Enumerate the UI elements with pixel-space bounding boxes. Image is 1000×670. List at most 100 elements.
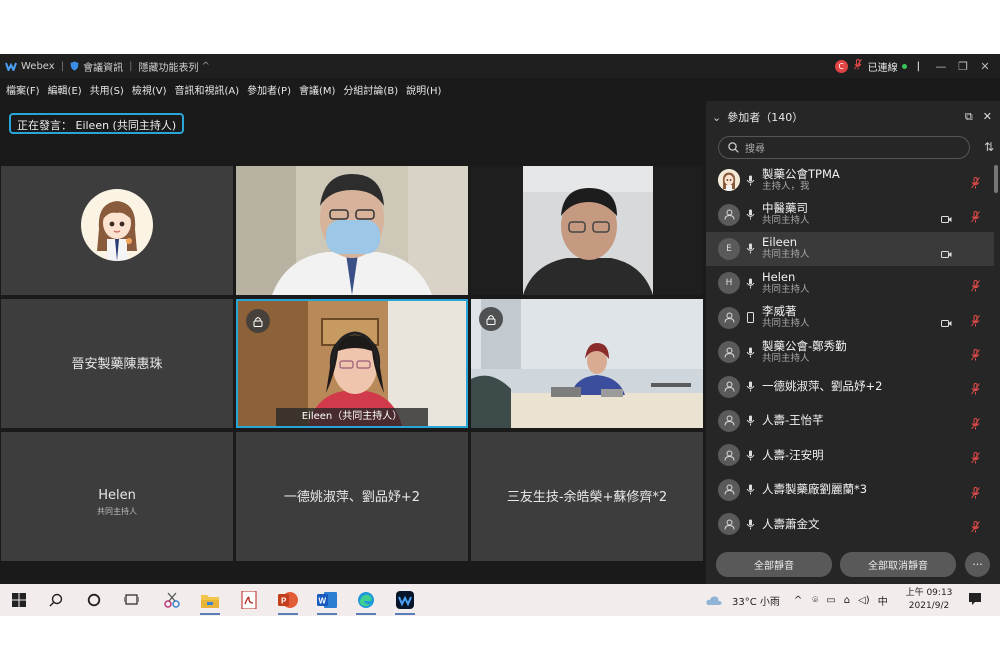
mic-muted-icon[interactable] — [971, 484, 980, 503]
task-view-icon[interactable] — [117, 588, 145, 612]
panel-header: ⌄ 參加者（140） ⧉ ✕ — [706, 101, 1000, 133]
chevron-up-icon[interactable]: ^ — [201, 61, 209, 72]
mic-muted-icon[interactable] — [971, 208, 980, 227]
mic-muted-icon[interactable] — [971, 312, 980, 331]
webex-taskbar-icon[interactable] — [391, 588, 419, 615]
video-tile-man-glasses[interactable] — [471, 166, 703, 295]
notification-icon[interactable] — [968, 592, 982, 606]
participant-row[interactable]: 人壽蕭金文 — [706, 507, 994, 541]
edge-icon[interactable] — [352, 588, 380, 615]
participant-text: Eileen 共同主持人 — [762, 236, 810, 261]
weather-text[interactable]: 33°C 小雨 — [732, 593, 780, 608]
recording-icon: C — [834, 59, 848, 73]
windows-logo-icon — [12, 593, 26, 607]
video-tile-conference-room[interactable] — [471, 299, 703, 428]
word-icon[interactable]: W — [313, 588, 341, 615]
mic-muted-icon[interactable] — [971, 518, 980, 537]
webex-logo-icon — [5, 62, 17, 71]
title-bar: Webex | 會議資訊 | 隱藏功能表列 ^ C 已連線 | — ❐ ✕ — [0, 54, 1000, 78]
unmute-all-button[interactable]: 全部取消靜音 — [840, 552, 956, 577]
avatar — [718, 375, 740, 398]
video-tile-yide[interactable]: 一德姚淑萍、劉品妤+2 — [236, 432, 468, 561]
participants-panel: ⌄ 參加者（140） ⧉ ✕ 搜尋 ⇅ 製藥公會TPMA 主持人，我 中醫藥司 共同主… — [706, 101, 1000, 615]
start-button[interactable] — [5, 588, 33, 612]
hide-menu-button[interactable]: 隱藏功能表列 — [138, 59, 198, 74]
popout-icon[interactable]: ⧉ — [965, 110, 973, 124]
mic-muted-icon[interactable] — [971, 415, 980, 434]
close-icon[interactable]: ✕ — [983, 110, 992, 124]
chevron-down-icon[interactable]: ⌄ — [712, 111, 721, 124]
video-tile-tpma[interactable] — [1, 166, 233, 295]
participant-row[interactable]: 中醫藥司 共同主持人 — [706, 197, 994, 231]
lock-icon[interactable] — [246, 309, 270, 333]
mic-muted-icon[interactable] — [971, 380, 980, 399]
video-tile-jinan[interactable]: 晉安製藥陳惠珠 — [1, 299, 233, 428]
participant-name: 製藥公會TPMA — [762, 166, 840, 181]
mic-muted-icon[interactable] — [971, 174, 980, 193]
menu-participants[interactable]: 參加者(P) — [247, 82, 291, 97]
participant-search-input[interactable]: 搜尋 — [718, 136, 970, 159]
participant-name: 製藥公會-鄭秀勤 — [762, 338, 847, 353]
participant-row[interactable]: 一德姚淑萍、劉品妤+2 — [706, 369, 994, 403]
audio-connection-icon — [743, 381, 757, 392]
video-tile-sanyou[interactable]: 三友生技-余皓榮+蘇修齊*2 — [471, 432, 703, 561]
menu-file[interactable]: 檔案(F) — [6, 82, 40, 97]
minimize-button[interactable]: — — [930, 60, 952, 73]
menu-share[interactable]: 共用(S) — [90, 82, 124, 97]
menu-breakout[interactable]: 分組討論(B) — [343, 82, 398, 97]
menu-help[interactable]: 說明(H) — [406, 82, 441, 97]
camera-icon[interactable] — [941, 209, 952, 228]
menu-edit[interactable]: 編輯(E) — [48, 82, 82, 97]
close-button[interactable]: ✕ — [974, 60, 996, 73]
mic-muted-icon[interactable] — [971, 346, 980, 365]
participant-row[interactable]: 人壽製藥廠劉麗蘭*3 — [706, 473, 994, 507]
participant-row[interactable]: 人壽-王怡芊 — [706, 404, 994, 438]
participant-row[interactable]: 人壽-汪安明 — [706, 438, 994, 472]
shield-icon — [70, 61, 79, 71]
participant-name-label: Eileen（共同主持人） — [276, 408, 428, 426]
search-icon[interactable] — [42, 588, 70, 612]
avatar — [718, 478, 740, 501]
participant-text: 李威著 共同主持人 — [762, 305, 810, 330]
app-name: Webex — [21, 60, 55, 72]
camera-icon[interactable] — [941, 244, 952, 263]
search-icon — [728, 142, 739, 153]
mute-all-button[interactable]: 全部靜音 — [716, 552, 832, 577]
chevron-up-icon[interactable]: ^ — [794, 595, 802, 606]
video-tile-man-mask[interactable] — [236, 166, 468, 295]
video-feed — [471, 166, 703, 295]
avatar: H — [718, 272, 740, 295]
menu-audio-video[interactable]: 音訊和視訊(A) — [175, 82, 240, 97]
video-tile-eileen[interactable]: Eileen（共同主持人） — [236, 299, 468, 428]
pdf-reader-icon[interactable] — [235, 588, 263, 612]
title-separator: | — [129, 60, 133, 72]
sort-icon[interactable]: ⇅ — [984, 140, 994, 154]
phone-icon — [743, 312, 757, 324]
restore-button[interactable]: ❐ — [952, 60, 974, 73]
participant-row[interactable]: 製藥公會-鄭秀勤 共同主持人 — [706, 335, 994, 369]
mic-muted-icon[interactable] — [971, 449, 980, 468]
network-icon[interactable]: ⌂ — [844, 595, 850, 606]
input-method-indicator[interactable]: 中 — [878, 593, 888, 608]
battery-icon[interactable]: ▭ — [826, 595, 835, 606]
menu-view[interactable]: 檢視(V) — [132, 82, 167, 97]
menu-meeting[interactable]: 會議(M) — [299, 82, 335, 97]
snipping-tool-icon[interactable] — [158, 588, 186, 612]
audio-connection-icon — [743, 519, 757, 530]
powerpoint-icon[interactable]: P — [274, 588, 302, 615]
volume-icon[interactable]: ◁) — [858, 595, 870, 606]
lock-icon[interactable] — [479, 307, 503, 331]
camera-icon[interactable] — [941, 313, 952, 332]
participant-row[interactable]: E Eileen 共同主持人 — [706, 231, 994, 267]
participant-row[interactable]: H Helen 共同主持人 — [706, 266, 994, 300]
meet-now-icon[interactable]: ⌾ — [812, 595, 818, 606]
clock[interactable]: 上午 09:13 2021/9/2 — [904, 587, 954, 613]
file-explorer-icon[interactable] — [196, 588, 224, 615]
participant-row[interactable]: 李威著 共同主持人 — [706, 301, 994, 335]
mic-muted-icon[interactable] — [971, 277, 980, 296]
cortana-icon[interactable] — [80, 588, 108, 612]
more-options-button[interactable]: ··· — [965, 552, 990, 577]
meeting-info-button[interactable]: 會議資訊 — [83, 59, 123, 74]
video-tile-helen[interactable]: Helen 共同主持人 — [1, 432, 233, 561]
participant-row[interactable]: 製藥公會TPMA 主持人，我 — [706, 163, 994, 197]
